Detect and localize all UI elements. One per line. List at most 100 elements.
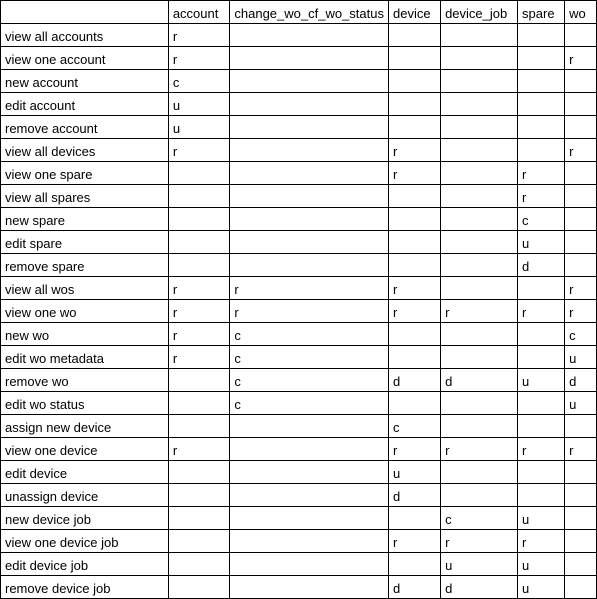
table-row: unassign deviced — [1, 484, 597, 507]
row-label: unassign device — [1, 484, 169, 507]
cell — [565, 93, 597, 116]
cell — [230, 530, 389, 553]
table-row: edit deviceu — [1, 461, 597, 484]
row-label: edit device — [1, 461, 169, 484]
table-row: view one accountrr — [1, 47, 597, 70]
cell — [230, 415, 389, 438]
table-row: view all wosrrrr — [1, 277, 597, 300]
cell: c — [518, 208, 565, 231]
cell — [388, 185, 440, 208]
table-row: edit accountu — [1, 93, 597, 116]
cell — [388, 507, 440, 530]
cell — [230, 461, 389, 484]
row-label: view one wo — [1, 300, 169, 323]
cell: r — [565, 277, 597, 300]
table-row: new sparec — [1, 208, 597, 231]
cell — [441, 93, 518, 116]
cell: d — [441, 576, 518, 599]
cell — [388, 208, 440, 231]
row-label: view all wos — [1, 277, 169, 300]
cell: r — [518, 300, 565, 323]
cell — [168, 507, 230, 530]
row-label: view one device job — [1, 530, 169, 553]
cell — [565, 553, 597, 576]
cell — [441, 415, 518, 438]
cell — [518, 392, 565, 415]
cell — [230, 70, 389, 93]
cell — [565, 185, 597, 208]
cell — [230, 162, 389, 185]
cell — [565, 254, 597, 277]
cell — [230, 507, 389, 530]
cell: c — [230, 392, 389, 415]
row-label: view all spares — [1, 185, 169, 208]
cell: r — [565, 300, 597, 323]
cell — [168, 553, 230, 576]
cell: r — [565, 139, 597, 162]
cell — [565, 24, 597, 47]
cell — [565, 507, 597, 530]
cell — [230, 139, 389, 162]
cell — [565, 415, 597, 438]
cell — [518, 116, 565, 139]
cell — [388, 70, 440, 93]
cell — [388, 323, 440, 346]
cell: c — [230, 346, 389, 369]
cell — [230, 116, 389, 139]
cell — [565, 576, 597, 599]
cell — [565, 484, 597, 507]
cell: r — [518, 162, 565, 185]
cell — [230, 24, 389, 47]
cell — [518, 93, 565, 116]
cell — [441, 461, 518, 484]
table-row: view one worrrrrr — [1, 300, 597, 323]
cell — [518, 24, 565, 47]
cell — [441, 484, 518, 507]
cell: u — [565, 346, 597, 369]
header-change: change_wo_cf_wo_status — [230, 1, 389, 24]
cell — [518, 323, 565, 346]
cell: d — [565, 369, 597, 392]
cell: c — [388, 415, 440, 438]
table-row: remove spared — [1, 254, 597, 277]
cell: r — [518, 438, 565, 461]
cell: u — [168, 116, 230, 139]
cell — [388, 346, 440, 369]
row-label: view all devices — [1, 139, 169, 162]
cell: r — [168, 277, 230, 300]
cell — [518, 346, 565, 369]
cell: d — [441, 369, 518, 392]
cell — [168, 576, 230, 599]
cell — [565, 208, 597, 231]
table-row: remove device jobddu — [1, 576, 597, 599]
table-row: view all sparesr — [1, 185, 597, 208]
cell: r — [168, 346, 230, 369]
cell: u — [168, 93, 230, 116]
cell: u — [518, 369, 565, 392]
cell — [388, 231, 440, 254]
cell — [441, 24, 518, 47]
cell: r — [168, 47, 230, 70]
cell — [565, 116, 597, 139]
row-label: edit wo metadata — [1, 346, 169, 369]
cell — [388, 93, 440, 116]
cell — [230, 93, 389, 116]
row-label: view one account — [1, 47, 169, 70]
header-blank — [1, 1, 169, 24]
cell: r — [388, 139, 440, 162]
row-label: remove account — [1, 116, 169, 139]
permissions-table: account change_wo_cf_wo_status device de… — [0, 0, 597, 599]
row-label: edit account — [1, 93, 169, 116]
table-row: remove wocddud — [1, 369, 597, 392]
cell — [518, 461, 565, 484]
row-label: remove wo — [1, 369, 169, 392]
table-row: view one devicerrrrr — [1, 438, 597, 461]
cell — [388, 24, 440, 47]
cell — [441, 70, 518, 93]
row-label: edit device job — [1, 553, 169, 576]
cell: u — [565, 392, 597, 415]
cell — [518, 70, 565, 93]
cell: r — [441, 438, 518, 461]
cell: r — [388, 438, 440, 461]
cell — [388, 254, 440, 277]
